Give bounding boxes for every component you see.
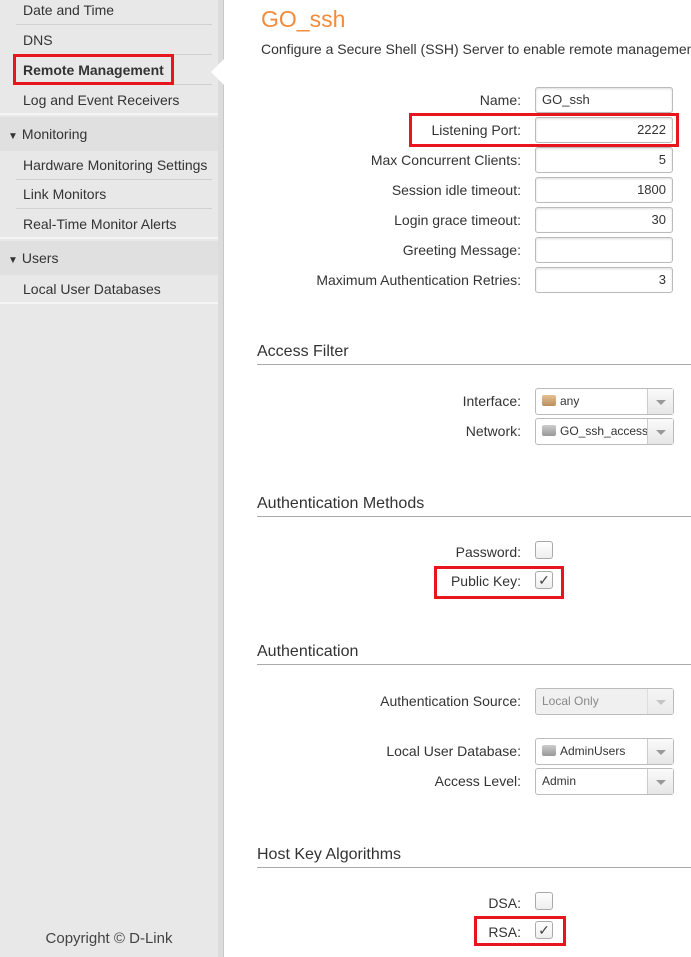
chevron-down-icon — [647, 689, 673, 714]
value: Local Only — [542, 694, 599, 708]
label: Hardware Monitoring Settings — [23, 157, 208, 173]
page-title: GO_ssh — [261, 6, 346, 32]
active-pointer — [211, 59, 224, 85]
label: Users — [21, 250, 59, 266]
max-clients-input[interactable]: 5 — [535, 147, 673, 173]
section-host-key: Host Key Algorithms — [257, 846, 691, 868]
sidebar-item-realtime-alerts[interactable]: Real-Time Monitor Alerts — [0, 209, 218, 239]
copyright: Copyright © D-Link — [45, 930, 173, 947]
interface-icon — [542, 395, 556, 406]
password-checkbox[interactable] — [535, 541, 553, 559]
sidebar-item-log-event-receivers[interactable]: Log and Event Receivers — [0, 85, 218, 115]
section-authentication: Authentication — [257, 643, 691, 665]
section-auth-methods: Authentication Methods — [257, 495, 691, 517]
highlight-box — [409, 113, 679, 147]
sidebar-group-users[interactable]: ▼ Users — [0, 241, 218, 275]
value: any — [560, 394, 580, 408]
value: AdminUsers — [560, 744, 626, 758]
sidebar-divider — [218, 0, 224, 957]
local-db-label: Local User Database: — [386, 743, 521, 759]
network-select[interactable]: GO_ssh_access — [535, 418, 674, 445]
section-access-filter: Access Filter — [257, 343, 691, 365]
name-input[interactable]: GO_ssh — [535, 87, 673, 113]
collapse-triangle-icon: ▼ — [8, 255, 18, 266]
password-label: Password: — [455, 544, 521, 560]
label: Link Monitors — [23, 186, 107, 202]
user-database-icon — [542, 745, 556, 756]
chevron-down-icon[interactable] — [647, 769, 673, 794]
sidebar-item-date-time[interactable]: Date and Time — [0, 0, 218, 25]
name-label: Name: — [479, 92, 521, 108]
highlight-box — [13, 54, 174, 85]
chevron-down-icon[interactable] — [647, 389, 673, 414]
chevron-down-icon[interactable] — [647, 739, 673, 764]
login-grace-label: Login grace timeout: — [394, 212, 521, 228]
max-retries-label: Maximum Authentication Retries: — [316, 272, 521, 288]
label: DNS — [23, 32, 53, 48]
sidebar-item-hardware-monitoring[interactable]: Hardware Monitoring Settings — [0, 150, 218, 180]
sidebar-item-link-monitors[interactable]: Link Monitors — [0, 179, 218, 209]
label: Monitoring — [21, 126, 88, 142]
value: Admin — [542, 774, 577, 788]
dsa-checkbox[interactable] — [535, 892, 553, 910]
dsa-label: DSA: — [488, 895, 521, 911]
label: Log and Event Receivers — [23, 92, 180, 108]
chevron-down-icon[interactable] — [647, 419, 673, 444]
network-object-icon — [542, 425, 556, 436]
access-level-select[interactable]: Admin — [535, 768, 674, 795]
auth-source-label: Authentication Source: — [380, 693, 521, 709]
interface-label: Interface: — [462, 393, 521, 409]
highlight-box — [434, 566, 564, 599]
max-retries-input[interactable]: 3 — [535, 267, 673, 293]
access-level-label: Access Level: — [434, 773, 521, 789]
local-db-select[interactable]: AdminUsers — [535, 738, 674, 765]
label: Real-Time Monitor Alerts — [23, 216, 177, 232]
sidebar-group-monitoring[interactable]: ▼ Monitoring — [0, 117, 218, 151]
greeting-label: Greeting Message: — [402, 242, 521, 258]
network-label: Network: — [465, 423, 521, 439]
auth-source-select[interactable]: Local Only — [535, 688, 674, 715]
value: GO_ssh_access — [560, 424, 649, 438]
highlight-box — [474, 916, 566, 946]
sidebar-item-dns[interactable]: DNS — [0, 25, 218, 55]
greeting-input[interactable] — [535, 237, 673, 263]
label: Date and Time — [23, 2, 115, 18]
label: Local User Databases — [23, 281, 161, 297]
interface-select[interactable]: any — [535, 388, 674, 415]
sidebar-item-local-user-databases[interactable]: Local User Databases — [0, 274, 218, 304]
session-idle-label: Session idle timeout: — [391, 182, 521, 198]
page-description: Configure a Secure Shell (SSH) Server to… — [261, 41, 691, 57]
session-idle-input[interactable]: 1800 — [535, 177, 673, 203]
sidebar: Date and Time DNS Remote Management Log … — [0, 0, 218, 957]
max-clients-label: Max Concurrent Clients: — [370, 152, 521, 168]
login-grace-input[interactable]: 30 — [535, 207, 673, 233]
collapse-triangle-icon: ▼ — [8, 131, 18, 142]
